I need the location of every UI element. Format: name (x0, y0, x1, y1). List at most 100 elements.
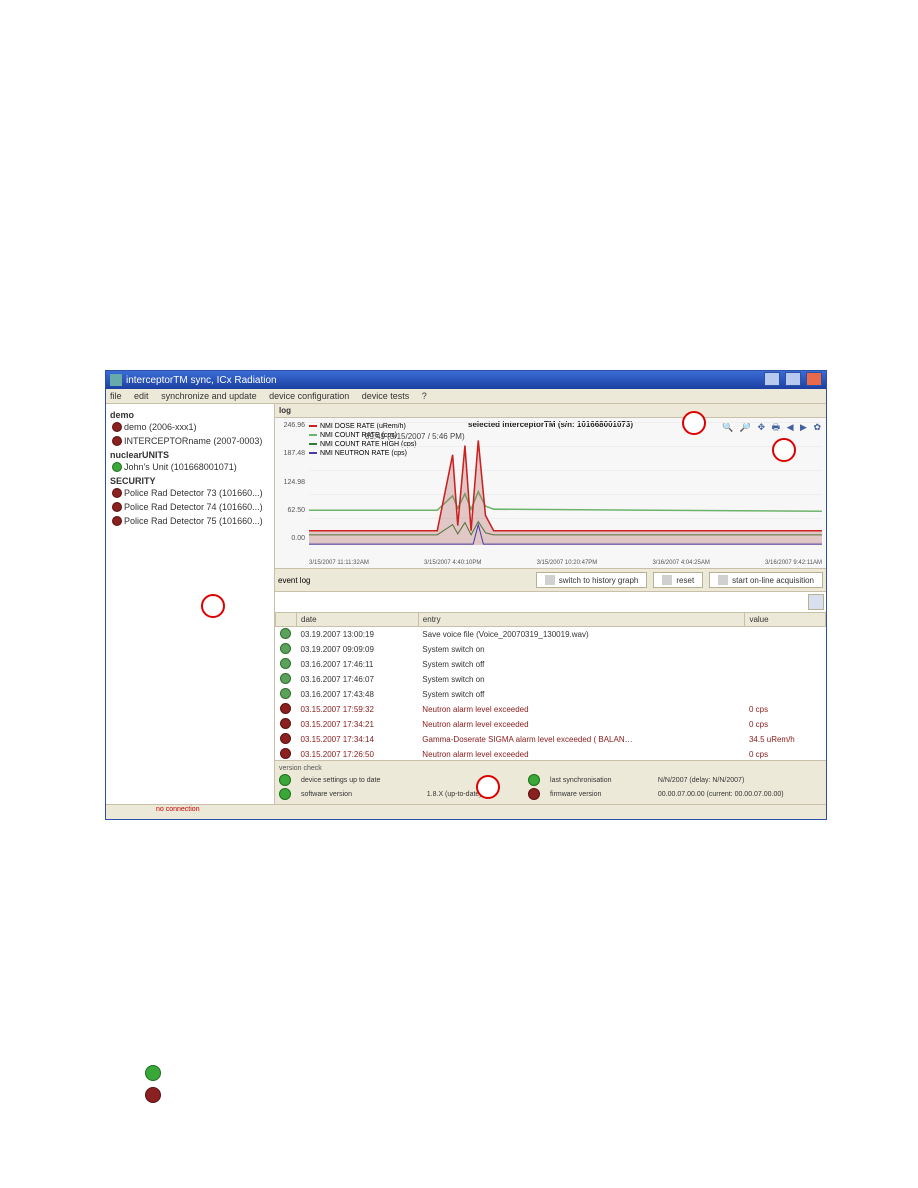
cell-entry: System switch on (418, 642, 745, 657)
x-tick: 3/15/2007 10:20:47PM (537, 560, 598, 566)
menu-sync[interactable]: synchronize and update (161, 391, 257, 401)
cell-entry: System switch off (418, 657, 745, 672)
series-dose-rate-fill (309, 440, 822, 545)
table-row[interactable]: 03.15.2007 17:59:32Neutron alarm level e… (276, 702, 826, 717)
scroll-lock-icon[interactable] (808, 594, 824, 610)
cell-entry: System switch on (418, 672, 745, 687)
cell-value: 0 cps (745, 747, 826, 760)
minimize-button[interactable] (764, 372, 780, 386)
vc-label: firmware version (550, 791, 650, 798)
reset-icon (662, 575, 672, 585)
row-status-icon (276, 717, 297, 732)
col-entry[interactable]: entry (418, 613, 745, 627)
menu-device-config[interactable]: device configuration (269, 391, 349, 401)
eventlog-tab[interactable]: event log (278, 576, 310, 585)
tree-item[interactable]: INTERCEPTORname (2007-0003) (110, 434, 270, 448)
tree-item[interactable]: Police Rad Detector 74 (101660...) (110, 500, 270, 514)
y-tick: 0.00 (277, 535, 305, 542)
cell-value (745, 687, 826, 702)
table-row[interactable]: 03.16.2007 17:46:11System switch off (276, 657, 826, 672)
device-tree[interactable]: demo demo (2006-xxx1) INTERCEPTORname (2… (106, 404, 275, 804)
chart-svg (309, 422, 822, 545)
table-row[interactable]: 03.19.2007 13:00:19Save voice file (Voic… (276, 627, 826, 643)
status-ok-icon (279, 788, 291, 800)
chart-x-axis: 3/15/2007 11:11:32AM 3/15/2007 4:40:10PM… (309, 560, 822, 566)
cell-date: 03.15.2007 17:34:14 (297, 732, 419, 747)
x-tick: 3/15/2007 4:40:10PM (424, 560, 481, 566)
status-bar: no connection (106, 804, 826, 819)
col-value[interactable]: value (745, 613, 826, 627)
annotation-circle (772, 438, 796, 462)
y-tick: 62.50 (277, 507, 305, 514)
menu-file[interactable]: file (110, 391, 122, 401)
cell-entry: Neutron alarm level exceeded (418, 717, 745, 732)
reset-button[interactable]: reset (653, 572, 703, 588)
y-tick: 187.48 (277, 450, 305, 457)
cell-value (745, 627, 826, 643)
close-button[interactable] (806, 372, 822, 386)
app-window: interceptorTM sync, ICx Radiation file e… (105, 370, 827, 820)
y-tick: 246.96 (277, 422, 305, 429)
event-log[interactable]: date entry value 03.19.2007 13:00:19Save… (275, 592, 826, 760)
history-icon (545, 575, 555, 585)
tree-item[interactable]: John's Unit (101668001071) (110, 460, 270, 474)
col-date[interactable]: date (297, 613, 419, 627)
event-log-table: date entry value 03.19.2007 13:00:19Save… (275, 612, 826, 760)
row-status-icon (276, 732, 297, 747)
status-ok-icon (279, 774, 291, 786)
tree-group-demo[interactable]: demo (110, 410, 270, 420)
cell-entry: Save voice file (Voice_20070319_130019.w… (418, 627, 745, 643)
menu-edit[interactable]: edit (134, 391, 149, 401)
maximize-button[interactable] (785, 372, 801, 386)
status-ok-icon (145, 1065, 161, 1081)
tree-item[interactable]: Police Rad Detector 73 (101660...) (110, 486, 270, 500)
vc-label: software version (301, 791, 419, 798)
cell-value (745, 672, 826, 687)
menu-device-tests[interactable]: device tests (362, 391, 410, 401)
cell-date: 03.16.2007 17:46:11 (297, 657, 419, 672)
row-status-icon (276, 642, 297, 657)
window-titlebar: interceptorTM sync, ICx Radiation (106, 371, 826, 389)
table-row[interactable]: 03.19.2007 09:09:09System switch on (276, 642, 826, 657)
tree-item[interactable]: demo (2006-xxx1) (110, 420, 270, 434)
cell-entry: Neutron alarm level exceeded (418, 702, 745, 717)
menubar: file edit synchronize and update device … (106, 389, 826, 404)
play-icon (718, 575, 728, 585)
row-status-icon (276, 627, 297, 643)
content-area: demo demo (2006-xxx1) INTERCEPTORname (2… (106, 404, 826, 804)
version-check-title: version check (279, 765, 822, 772)
cell-date: 03.19.2007 09:09:09 (297, 642, 419, 657)
switch-history-button[interactable]: switch to history graph (536, 572, 648, 588)
cell-date: 03.16.2007 17:46:07 (297, 672, 419, 687)
vc-value: 1.8.X (up-to-date) (427, 791, 520, 798)
menu-help[interactable]: ? (422, 391, 427, 401)
table-row[interactable]: 03.16.2007 17:43:48System switch off (276, 687, 826, 702)
cell-value: 0 cps (745, 717, 826, 732)
cell-date: 03.16.2007 17:43:48 (297, 687, 419, 702)
start-acquisition-button[interactable]: start on-line acquisition (709, 572, 823, 588)
series-count-rate (309, 492, 822, 511)
tree-group-security[interactable]: SECURITY (110, 476, 270, 486)
y-tick: 124.98 (277, 479, 305, 486)
status-bad-icon (528, 788, 540, 800)
table-row[interactable]: 03.15.2007 17:34:14Gamma-Doserate SIGMA … (276, 732, 826, 747)
status-bad-icon (145, 1087, 161, 1103)
row-status-icon (276, 687, 297, 702)
annotation-circle (201, 594, 225, 618)
cell-date: 03.15.2007 17:34:21 (297, 717, 419, 732)
annotation-circle (476, 775, 500, 799)
log-tab[interactable]: log (275, 404, 826, 418)
table-row[interactable]: 03.16.2007 17:46:07System switch on (276, 672, 826, 687)
cell-date: 03.15.2007 17:59:32 (297, 702, 419, 717)
chart-y-axis: 246.96 187.48 124.98 62.50 0.00 (277, 422, 305, 542)
cell-value (745, 657, 826, 672)
table-row[interactable]: 03.15.2007 17:34:21Neutron alarm level e… (276, 717, 826, 732)
status-text: no connection (156, 806, 200, 813)
table-row[interactable]: 03.15.2007 17:26:50Neutron alarm level e… (276, 747, 826, 760)
version-check-panel: version check device settings up to date… (275, 760, 826, 804)
tree-group-nuclear[interactable]: nuclearUNITS (110, 450, 270, 460)
cell-value (745, 642, 826, 657)
vc-label: device settings up to date (301, 777, 419, 784)
tree-item[interactable]: Police Rad Detector 75 (101660...) (110, 514, 270, 528)
series-dose-rate (309, 440, 822, 530)
